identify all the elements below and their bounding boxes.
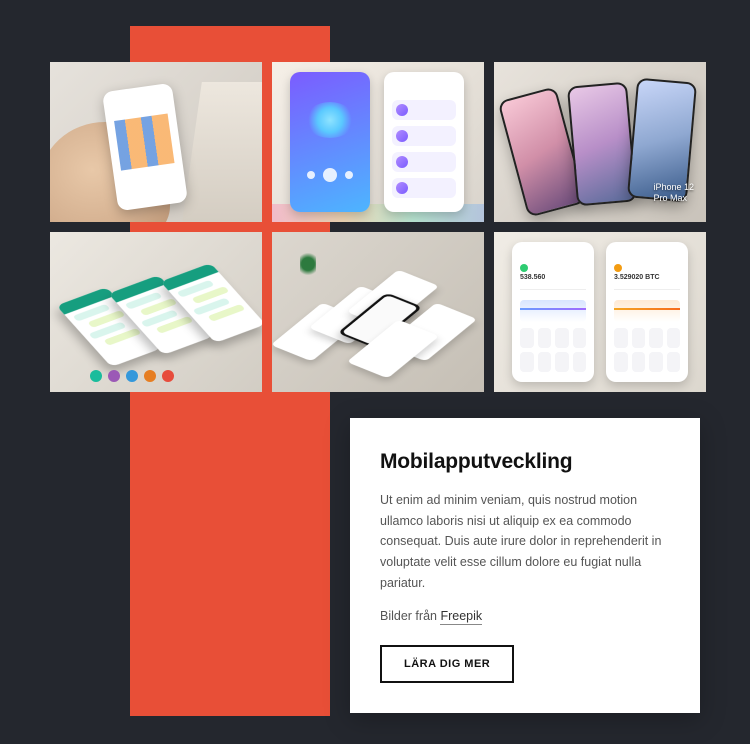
waveform-icon (305, 102, 355, 138)
balance-value: 3.529020 BTC (614, 274, 660, 281)
phone-mockup (567, 82, 637, 207)
card-heading: Mobilapputveckling (380, 450, 670, 474)
card-body: Ut enim ad minim veniam, quis nostrud mo… (380, 490, 670, 593)
desk-surface (182, 82, 262, 222)
wallet-screen-b: 3.529020 BTC (606, 242, 688, 382)
gallery-tile-wallet-app[interactable]: 538.560 3.529020 BTC (494, 232, 706, 392)
music-list-screen (384, 72, 464, 212)
wallet-screen-a: 538.560 (512, 242, 594, 382)
learn-more-button[interactable]: LÄRA DIG MER (380, 645, 514, 683)
gallery-grid: iPhone 12 Pro Max 538.560 (50, 62, 706, 392)
color-dots (90, 370, 174, 382)
gallery-tile-iphone-mockups[interactable]: iPhone 12 Pro Max (494, 62, 706, 222)
music-player-screen (290, 72, 370, 212)
balance-value: 538.560 (520, 274, 545, 281)
gallery-tile-hand-phone[interactable] (50, 62, 262, 222)
sparkline-chart (614, 300, 680, 322)
plant-icon (300, 250, 316, 278)
playback-controls (290, 171, 370, 182)
device-label: iPhone 12 Pro Max (653, 182, 694, 204)
gallery-tile-chat-app[interactable] (50, 232, 262, 392)
info-card: Mobilapputveckling Ut enim ad minim veni… (350, 418, 700, 713)
gallery-tile-ui-spread[interactable] (272, 232, 484, 392)
sparkline-chart (520, 300, 586, 322)
credit-prefix: Bilder från (380, 609, 440, 623)
image-credit: Bilder från Freepik (380, 609, 670, 623)
gallery-tile-music-app[interactable] (272, 62, 484, 222)
credit-link[interactable]: Freepik (440, 609, 482, 625)
